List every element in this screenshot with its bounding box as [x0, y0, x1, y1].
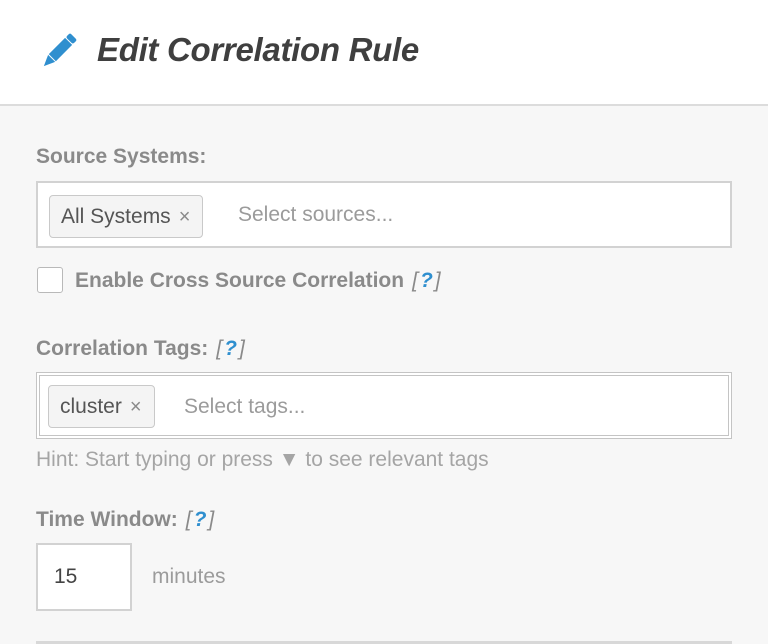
cross-source-row: Enable Cross Source Correlation [?]	[75, 269, 441, 293]
source-systems-select[interactable]: All Systems × Select sources...	[36, 181, 732, 248]
correlation-tags-help[interactable]: [?]	[216, 337, 245, 360]
remove-tag-icon[interactable]: ×	[130, 396, 142, 418]
time-window-unit: minutes	[152, 565, 226, 588]
time-window-row: Time Window: [?]	[36, 508, 214, 532]
cross-source-label[interactable]: Enable Cross Source Correlation	[75, 269, 404, 292]
help-question-icon[interactable]: ?	[222, 337, 239, 360]
correlation-tag-cluster: cluster ×	[48, 385, 155, 428]
page-title: Edit Correlation Rule	[97, 31, 419, 68]
time-window-input[interactable]: 15	[36, 543, 132, 611]
help-close-bracket: ]	[208, 508, 215, 531]
pencil-icon	[43, 33, 77, 67]
source-systems-label: Source Systems:	[36, 145, 207, 168]
help-question-icon[interactable]: ?	[418, 269, 435, 292]
time-window-label: Time Window:	[36, 508, 178, 531]
source-tag-all-systems: All Systems ×	[49, 195, 204, 238]
source-systems-input[interactable]: Select sources...	[238, 183, 393, 246]
cross-source-checkbox[interactable]	[37, 267, 63, 293]
help-close-bracket: ]	[238, 337, 245, 360]
help-close-bracket: ]	[434, 269, 441, 292]
cross-source-help[interactable]: [?]	[412, 269, 441, 292]
page-header: Edit Correlation Rule	[0, 0, 768, 106]
correlation-tags-label: Correlation Tags:	[36, 337, 209, 360]
help-question-icon[interactable]: ?	[192, 508, 209, 531]
help-open-bracket: [	[185, 508, 192, 531]
source-tag-label: All Systems	[61, 205, 171, 228]
correlation-tag-label: cluster	[60, 395, 122, 418]
time-window-help[interactable]: [?]	[186, 508, 215, 531]
correlation-tags-row: Correlation Tags: [?]	[36, 337, 245, 361]
remove-tag-icon[interactable]: ×	[179, 206, 191, 228]
correlation-tags-input[interactable]: Select tags...	[184, 376, 305, 437]
correlation-tags-inner: cluster × Select tags...	[39, 375, 729, 436]
correlation-tags-hint: Hint: Start typing or press ▼ to see rel…	[36, 448, 489, 471]
correlation-tags-select[interactable]: cluster × Select tags...	[36, 372, 732, 439]
